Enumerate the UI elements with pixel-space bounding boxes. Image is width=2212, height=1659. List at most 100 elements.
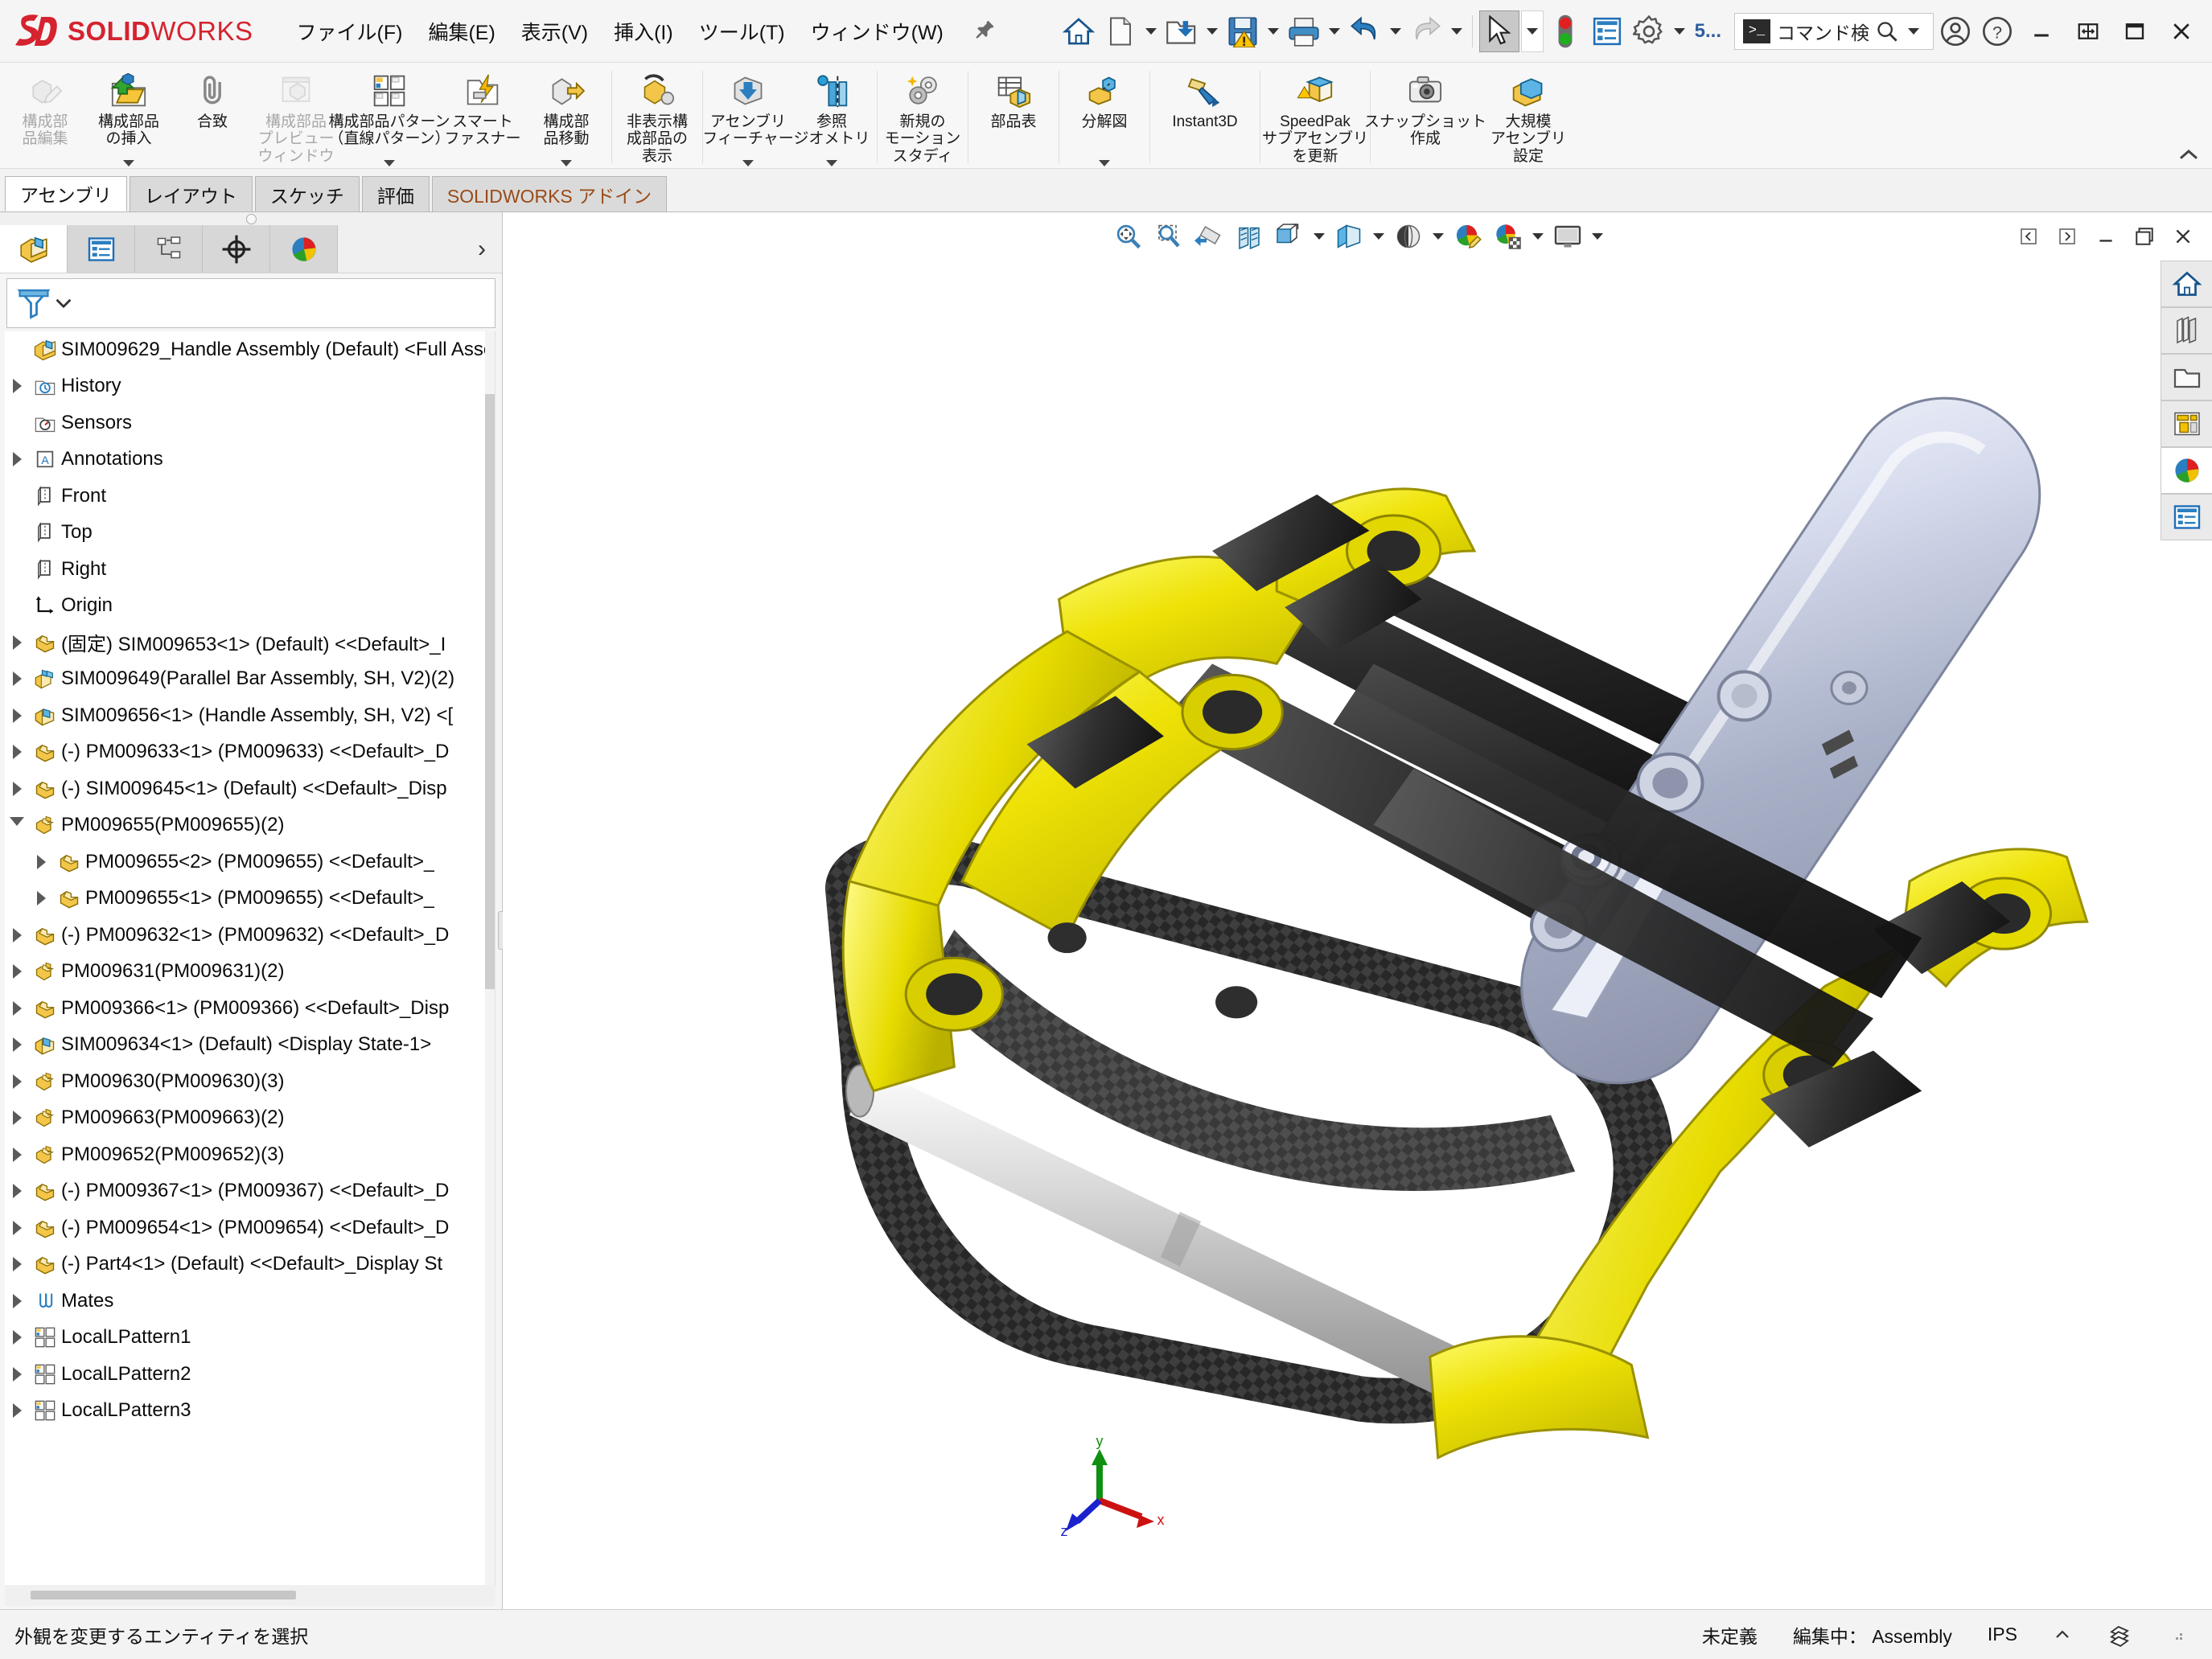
hide-show-items-icon[interactable] [1389, 217, 1428, 256]
tree-item[interactable]: Mates [5, 1283, 495, 1320]
tree-item[interactable]: PM009366<1> (PM009366) <<Default>_Disp [5, 990, 495, 1027]
tree-item[interactable]: Sensors [5, 404, 495, 441]
options-gear-icon[interactable] [1629, 10, 1669, 52]
options-chevron-icon[interactable] [1671, 10, 1688, 52]
menu-window[interactable]: ウィンドウ(W) [800, 11, 955, 51]
tree-expand-arrow[interactable] [5, 927, 29, 942]
tree-expand-arrow[interactable] [5, 1037, 29, 1053]
tree-item[interactable]: PM009663(PM009663)(2) [5, 1100, 495, 1137]
ribbon-assembly-features[interactable]: アセンブリ フィーチャー [702, 66, 794, 168]
ribbon-linear-pattern-chevron-icon[interactable] [384, 160, 395, 166]
restore-window-icon[interactable] [2127, 219, 2162, 254]
resize-grip[interactable] [2167, 1624, 2188, 1645]
tree-item[interactable]: (-) PM009654<1> (PM009654) <<Default>_D [5, 1209, 495, 1246]
tree-expand-arrow[interactable] [5, 1220, 29, 1235]
ribbon-reference-geometry-chevron-icon[interactable] [826, 160, 837, 166]
tree-expand-arrow[interactable] [5, 817, 29, 833]
edit-appearance-icon[interactable] [1449, 217, 1487, 256]
menu-edit[interactable]: 編集(E) [417, 11, 506, 51]
undo-chevron-icon[interactable] [1387, 10, 1404, 52]
hide-show-chevron-icon[interactable] [1429, 217, 1447, 256]
command-search-chevron-icon[interactable] [1905, 10, 1922, 52]
tree-expand-arrow[interactable] [5, 1403, 29, 1419]
rebuild-traffic-light-icon[interactable] [1545, 10, 1585, 52]
new-document-icon[interactable] [1100, 10, 1141, 52]
new-document-chevron-icon[interactable] [1142, 10, 1160, 52]
ribbon-show-hidden-components[interactable]: 非表示構 成部品の 表示 [615, 66, 699, 168]
minimize-icon[interactable] [2019, 9, 2064, 54]
ribbon-linear-component-pattern[interactable]: 構成部品パターン （直線パターン） [328, 66, 450, 168]
tree-expand-arrow[interactable] [5, 634, 29, 650]
open-document-chevron-icon[interactable] [1203, 10, 1221, 52]
tree-expand-arrow[interactable] [5, 1184, 29, 1199]
tree-item[interactable]: (-) SIM009645<1> (Default) <<Default>_Di… [5, 770, 495, 807]
tree-item[interactable]: Right [5, 551, 495, 588]
select-cursor-icon[interactable] [1478, 10, 1519, 52]
tree-item[interactable]: PM009655(PM009655)(2) [5, 807, 495, 844]
print-icon[interactable] [1284, 10, 1324, 52]
tree-expand-arrow[interactable] [5, 708, 29, 723]
display-list-icon[interactable] [1587, 10, 1627, 52]
panel-grip[interactable] [0, 212, 502, 225]
tree-item[interactable]: (-) PM009367<1> (PM009367) <<Default>_D [5, 1173, 495, 1210]
tree-item[interactable]: SIM009656<1> (Handle Assembly, SH, V2) <… [5, 697, 495, 734]
zoom-to-area-icon[interactable] [1149, 217, 1188, 256]
tree-item[interactable]: LocalLPattern1 [5, 1320, 495, 1357]
tree-horizontal-scrollbar[interactable] [5, 1585, 495, 1606]
display-style-icon[interactable] [1330, 217, 1368, 256]
command-search-box[interactable]: >_ コマンド検 [1734, 10, 1934, 52]
close-window-icon[interactable] [2165, 219, 2201, 254]
help-question-icon[interactable]: ? [1977, 10, 2017, 52]
filter-chevron-icon[interactable] [56, 298, 72, 309]
next-document-icon[interactable] [2050, 219, 2085, 254]
ribbon-instant3d[interactable]: Instant3D [1153, 66, 1256, 168]
tree-vertical-scrollbar[interactable] [485, 331, 495, 1585]
tree-expand-arrow[interactable] [5, 1000, 29, 1016]
previous-document-icon[interactable] [2011, 219, 2046, 254]
tree-item[interactable]: Origin [5, 588, 495, 625]
ribbon-reference-geometry[interactable]: 参照 ジオメトリ [790, 66, 874, 168]
tree-expand-arrow[interactable] [5, 781, 29, 796]
pin-icon[interactable] [968, 14, 1001, 47]
maximize-icon[interactable] [2112, 9, 2157, 54]
tree-expand-arrow[interactable] [5, 379, 29, 394]
dimxpert-manager-tab[interactable] [203, 225, 270, 273]
tab-assembly[interactable]: アセンブリ [5, 176, 127, 211]
tree-expand-arrow[interactable] [5, 1293, 29, 1308]
ribbon-move-component[interactable]: 構成部 品移動 [524, 66, 608, 168]
tree-expand-arrow[interactable] [5, 1330, 29, 1345]
view-settings-icon[interactable] [1548, 217, 1587, 256]
tree-item[interactable]: PM009631(PM009631)(2) [5, 954, 495, 991]
ribbon-mate[interactable]: 合致 [171, 66, 254, 168]
tree-item[interactable]: LocalLPattern3 [5, 1393, 495, 1430]
tab-sketch[interactable]: スケッチ [254, 176, 360, 211]
status-units[interactable]: IPS [1988, 1624, 2017, 1645]
scroll-thumb[interactable] [485, 394, 495, 989]
save-chevron-icon[interactable] [1264, 10, 1282, 52]
task-pane-view-palette-icon[interactable] [2161, 400, 2212, 447]
tree-item[interactable]: PM009655<1> (PM009655) <<Default>_ [5, 881, 495, 918]
split-panes-icon[interactable] [2066, 9, 2111, 54]
chevron-right-icon[interactable]: › [462, 225, 502, 273]
save-warning-icon[interactable] [1223, 10, 1263, 52]
display-manager-tab[interactable] [270, 225, 338, 273]
tree-item[interactable]: (-) Part4<1> (Default) <<Default>_Displa… [5, 1246, 495, 1283]
feature-tree[interactable]: SIM009629_Handle Assembly (Default) <Ful… [5, 331, 495, 1585]
search-icon[interactable] [1876, 20, 1898, 43]
view-orientation-icon[interactable] [1270, 217, 1309, 256]
select-chevron-icon[interactable] [1520, 10, 1544, 52]
task-pane-appearances-scenes-icon[interactable] [2161, 447, 2212, 494]
tree-item[interactable]: History [5, 368, 495, 405]
feature-manager-tab[interactable] [0, 225, 68, 273]
apply-scene-chevron-icon[interactable] [1529, 217, 1547, 256]
tree-item[interactable]: PM009630(PM009630)(3) [5, 1063, 495, 1100]
ribbon-assembly-features-chevron-icon[interactable] [742, 160, 754, 166]
tab-layout[interactable]: レイアウト [129, 176, 253, 211]
cad-model-render[interactable] [503, 212, 2212, 1534]
tree-root-item[interactable]: SIM009629_Handle Assembly (Default) <Ful… [5, 331, 495, 368]
view-orientation-chevron-icon[interactable] [1310, 217, 1328, 256]
tree-expand-arrow[interactable] [29, 854, 53, 869]
task-pane-design-library-icon[interactable] [2161, 307, 2212, 354]
chevron-up-icon[interactable] [2177, 147, 2201, 163]
tree-expand-arrow[interactable] [5, 1366, 29, 1382]
